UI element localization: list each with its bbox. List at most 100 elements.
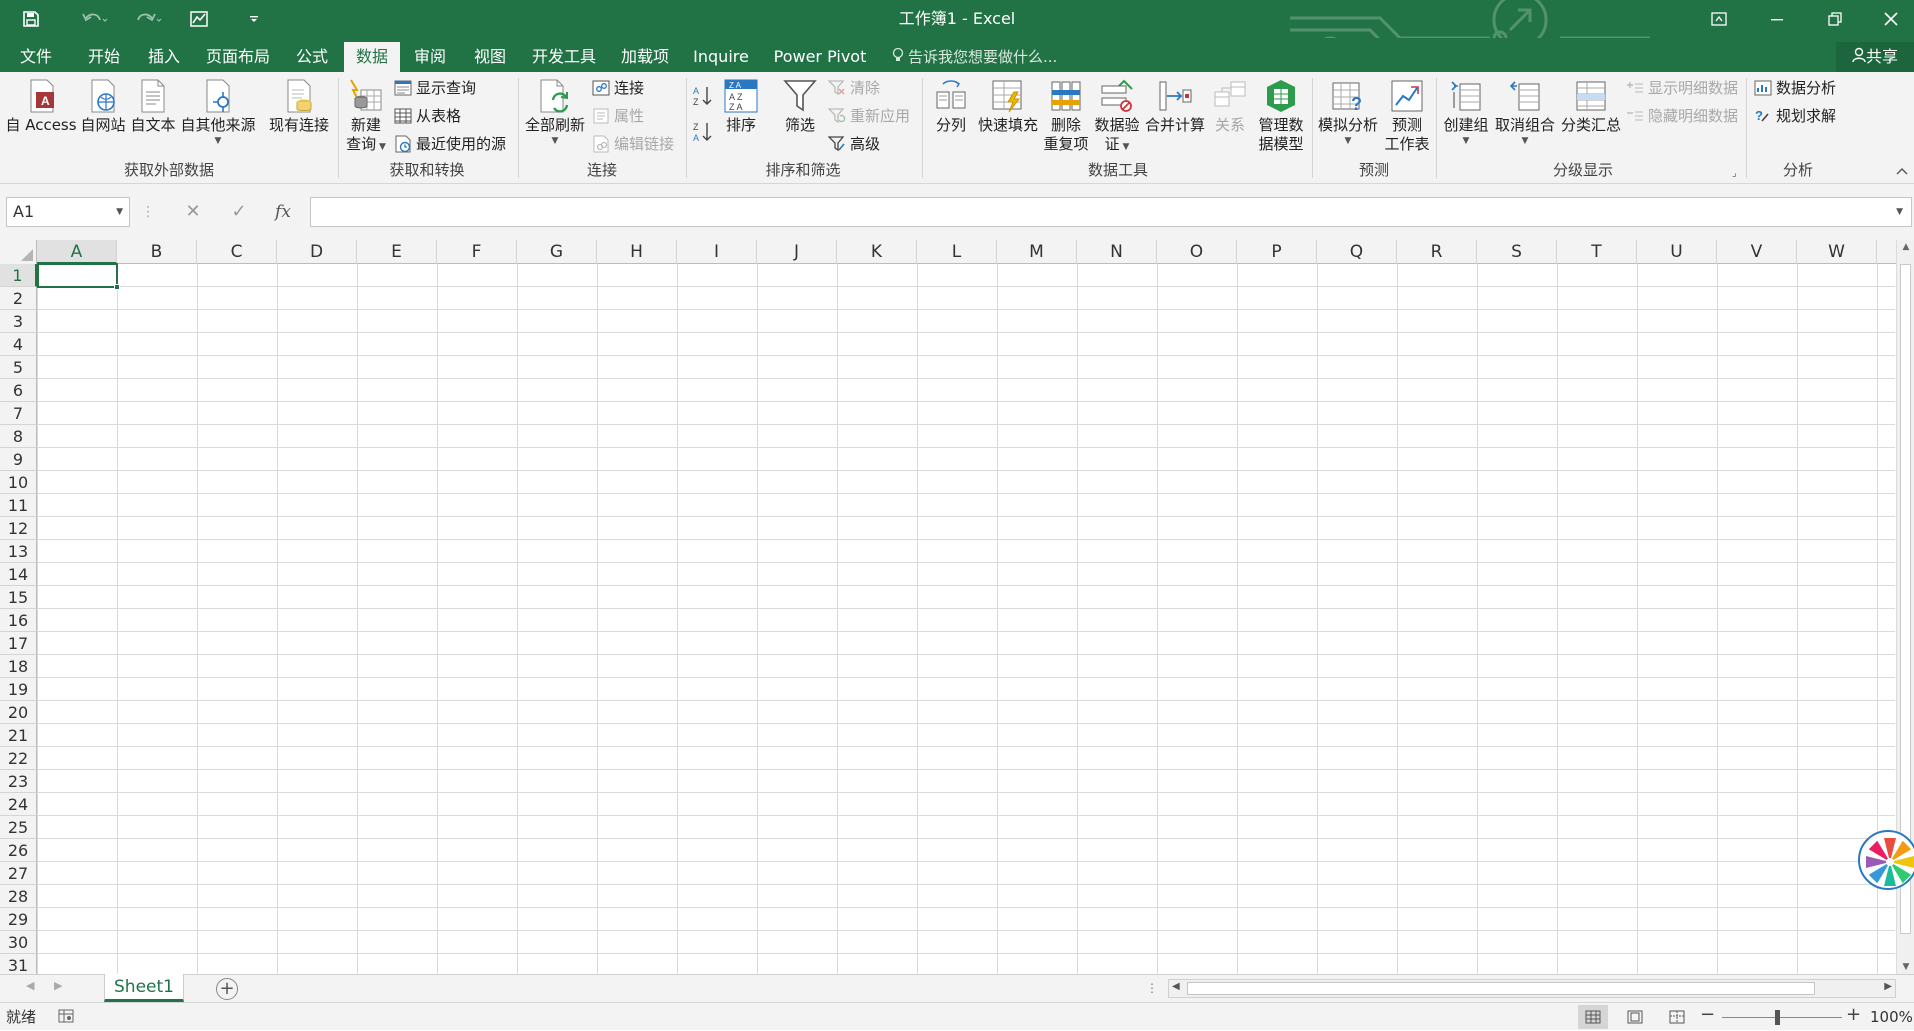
sort-descending-button[interactable]: ZA <box>692 120 714 144</box>
scroll-up-icon[interactable]: ▲ <box>1897 242 1914 252</box>
column-header[interactable]: M <box>997 240 1077 264</box>
scroll-down-icon[interactable]: ▼ <box>1897 962 1914 972</box>
cancel-icon[interactable]: ✕ <box>178 197 208 227</box>
row-header[interactable]: 9 <box>0 448 37 471</box>
horizontal-scroll-thumb[interactable] <box>1187 982 1815 995</box>
column-header[interactable]: P <box>1237 240 1317 264</box>
forecast-sheet-button[interactable]: 预测 工作表 <box>1382 78 1432 154</box>
column-header[interactable]: C <box>197 240 277 264</box>
recent-sources-button[interactable]: 最近使用的源 <box>394 132 506 156</box>
connections-button[interactable]: 连接 <box>592 76 644 100</box>
tab-home[interactable]: 开始 <box>76 42 132 72</box>
row-header[interactable]: 12 <box>0 517 37 540</box>
tell-me-search[interactable]: 告诉我您想要做什么... <box>892 42 1057 72</box>
zoom-out-icon[interactable]: − <box>1700 1004 1715 1025</box>
row-header[interactable]: 22 <box>0 747 37 770</box>
collapse-ribbon-icon[interactable] <box>1896 164 1908 178</box>
row-header[interactable]: 18 <box>0 655 37 678</box>
row-header[interactable]: 11 <box>0 494 37 517</box>
formula-input[interactable]: ▼ <box>310 197 1912 227</box>
row-header[interactable]: 19 <box>0 678 37 701</box>
column-header[interactable]: A <box>37 240 117 264</box>
zoom-slider-thumb[interactable] <box>1775 1010 1780 1025</box>
row-header[interactable]: 20 <box>0 701 37 724</box>
row-header[interactable]: 31 <box>0 954 37 974</box>
sort-ascending-button[interactable]: AZ <box>692 84 714 108</box>
column-header[interactable]: H <box>597 240 677 264</box>
enter-check-icon[interactable]: ✓ <box>224 197 254 227</box>
clear-filter-button[interactable]: 清除 <box>828 76 880 100</box>
flash-fill-button[interactable]: 快速填充 <box>976 78 1040 135</box>
from-access-button[interactable]: A 自 Access <box>4 78 78 135</box>
row-header[interactable]: 26 <box>0 839 37 862</box>
column-header[interactable]: Q <box>1317 240 1397 264</box>
properties-button[interactable]: 属性 <box>592 104 644 128</box>
zoom-in-icon[interactable]: + <box>1846 1004 1861 1025</box>
show-queries-button[interactable]: 显示查询 <box>394 76 476 100</box>
restore-icon[interactable] <box>1806 0 1864 38</box>
row-header[interactable]: 4 <box>0 333 37 356</box>
column-header[interactable]: U <box>1637 240 1717 264</box>
solver-button[interactable]: ? 规划求解 <box>1754 104 1836 128</box>
row-header[interactable]: 16 <box>0 609 37 632</box>
column-header[interactable]: D <box>277 240 357 264</box>
active-cell-a1[interactable] <box>37 263 120 290</box>
tab-inquire[interactable]: Inquire <box>686 42 756 72</box>
manage-data-model-button[interactable]: 管理数 据模型 <box>1254 78 1308 154</box>
minimize-icon[interactable] <box>1748 0 1806 38</box>
undo-icon[interactable] <box>74 0 116 38</box>
row-header[interactable]: 24 <box>0 793 37 816</box>
outline-dialog-launcher-icon[interactable]: ⌟ <box>1732 168 1737 179</box>
column-header[interactable]: K <box>837 240 917 264</box>
row-header[interactable]: 6 <box>0 379 37 402</box>
tab-data[interactable]: 数据 <box>344 42 400 72</box>
column-header[interactable]: L <box>917 240 997 264</box>
remove-duplicates-button[interactable]: 删除 重复项 <box>1042 78 1090 154</box>
column-header[interactable]: I <box>677 240 757 264</box>
filter-button[interactable]: 筛选 <box>778 78 822 135</box>
save-icon[interactable] <box>14 0 48 38</box>
from-web-button[interactable]: 自网站 <box>78 78 128 135</box>
fill-handle[interactable] <box>114 284 120 290</box>
prev-sheet-icon[interactable]: ◀ <box>26 979 34 992</box>
ribbon-display-options-icon[interactable] <box>1690 0 1748 38</box>
column-header[interactable]: G <box>517 240 597 264</box>
row-header[interactable]: 2 <box>0 287 37 310</box>
column-header[interactable]: J <box>757 240 837 264</box>
tab-power-pivot[interactable]: Power Pivot <box>770 42 870 72</box>
column-header[interactable]: F <box>437 240 517 264</box>
zoom-slider[interactable] <box>1722 1017 1842 1018</box>
column-header[interactable]: W <box>1797 240 1877 264</box>
insert-function-icon[interactable]: fx <box>268 197 298 227</box>
data-analysis-button[interactable]: 数据分析 <box>1754 76 1836 100</box>
row-header[interactable]: 14 <box>0 563 37 586</box>
row-header[interactable]: 1 <box>0 264 37 287</box>
subtotal-button[interactable]: 分类汇总 <box>1558 78 1624 135</box>
more-options-icon[interactable]: ⋮ <box>138 197 158 227</box>
horizontal-scrollbar[interactable]: ◀ ▶ <box>1168 979 1896 998</box>
page-layout-view-icon[interactable] <box>1620 1005 1650 1029</box>
row-header[interactable]: 15 <box>0 586 37 609</box>
consolidate-button[interactable]: 合并计算 <box>1144 78 1206 135</box>
sort-button[interactable]: Z AA ZZ A 排序 <box>720 78 762 135</box>
row-header[interactable]: 8 <box>0 425 37 448</box>
macro-record-icon[interactable] <box>58 1009 74 1027</box>
tab-view[interactable]: 视图 <box>462 42 518 72</box>
data-validation-button[interactable]: 数据验 证 ▼ <box>1092 78 1142 157</box>
tab-review[interactable]: 审阅 <box>402 42 458 72</box>
page-break-view-icon[interactable] <box>1662 1005 1692 1029</box>
row-header[interactable]: 27 <box>0 862 37 885</box>
advanced-filter-button[interactable]: 高级 <box>828 132 880 156</box>
column-header[interactable]: O <box>1157 240 1237 264</box>
row-header[interactable]: 17 <box>0 632 37 655</box>
edit-links-button[interactable]: 编辑链接 <box>592 132 674 156</box>
from-table-button[interactable]: 从表格 <box>394 104 461 128</box>
row-header[interactable]: 7 <box>0 402 37 425</box>
tab-split-handle-icon[interactable]: ⋮ <box>1146 981 1158 995</box>
floating-color-wheel-icon[interactable] <box>1858 830 1914 890</box>
tab-developer[interactable]: 开发工具 <box>522 42 606 72</box>
normal-view-icon[interactable] <box>1578 1005 1608 1029</box>
sheet-tab-sheet1[interactable]: Sheet1 <box>104 974 184 1002</box>
tab-page-layout[interactable]: 页面布局 <box>196 42 280 72</box>
text-to-columns-button[interactable]: 分列 <box>928 78 974 135</box>
